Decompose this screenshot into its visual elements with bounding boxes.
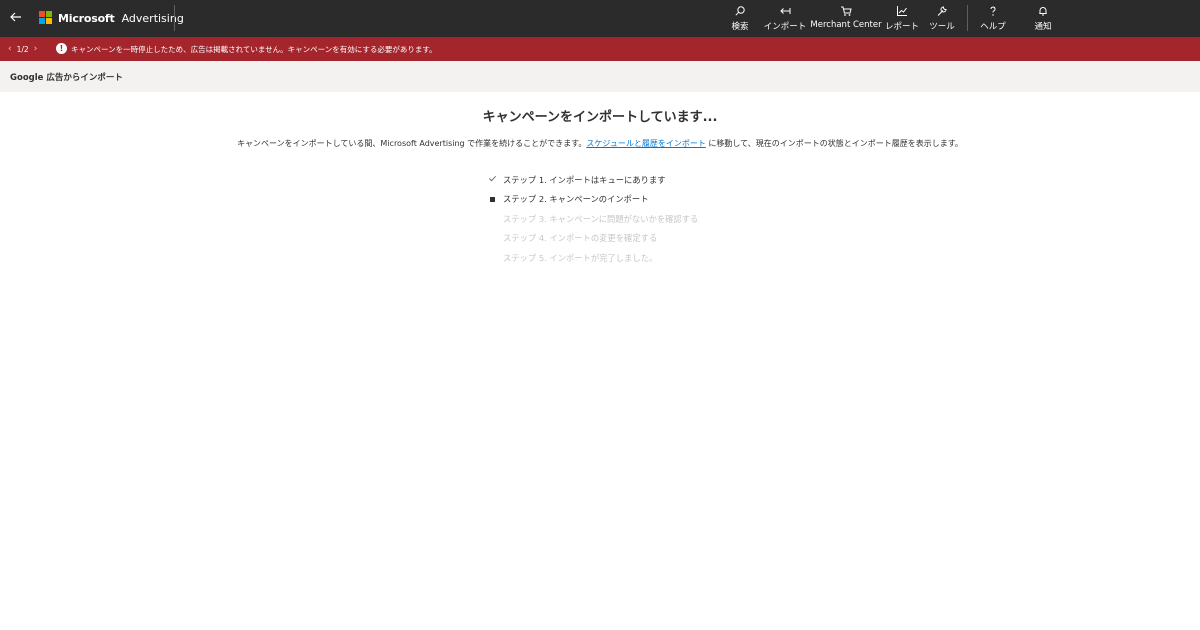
nav-import-label: インポート bbox=[763, 22, 807, 32]
nav-notifications[interactable]: 通知 bbox=[1031, 3, 1055, 35]
nav-merchant-center[interactable]: Merchant Center bbox=[810, 3, 882, 35]
description-text-after: に移動して、現在のインポートの状態とインポート履歴を表示します。 bbox=[705, 139, 963, 148]
nav-reports-label: レポート bbox=[884, 22, 919, 32]
alert-pager: ‹ 1/2 › bbox=[8, 43, 37, 55]
step-item: ステップ 1. インポートはキューにあります bbox=[488, 170, 788, 190]
page-header: Google 広告からインポート bbox=[0, 61, 1200, 92]
brand-microsoft: Microsoft bbox=[58, 11, 115, 25]
alert-message: キャンペーンを一時停止したため、広告は掲載されていません。キャンペーンを有効にす… bbox=[71, 45, 437, 54]
exclamation-icon: ! bbox=[56, 43, 67, 54]
nav-reports[interactable]: レポート bbox=[884, 3, 920, 35]
step-item: ステップ 5. インポートが完了しました。 bbox=[488, 248, 788, 268]
import-icon bbox=[780, 8, 791, 14]
cart-icon bbox=[841, 6, 852, 16]
nav-tools-label: ツール bbox=[929, 22, 955, 32]
wrench-icon bbox=[937, 6, 947, 16]
step-item: ステップ 4. インポートの変更を確定する bbox=[488, 229, 788, 249]
divider bbox=[967, 5, 968, 31]
alert-banner: ‹ 1/2 › ! キャンペーンを一時停止したため、広告は掲載されていません。キ… bbox=[0, 37, 1200, 61]
alert-page-number: 1/2 bbox=[16, 44, 29, 54]
nav-tools[interactable]: ツール bbox=[926, 3, 958, 35]
back-arrow-icon[interactable] bbox=[6, 7, 26, 27]
nav-search[interactable]: 検索 bbox=[728, 3, 752, 35]
nav-import[interactable]: インポート bbox=[761, 3, 809, 35]
chart-icon bbox=[897, 6, 907, 16]
divider bbox=[174, 5, 175, 31]
chevron-left-icon[interactable]: ‹ bbox=[8, 44, 12, 54]
schedule-history-link[interactable]: スケジュールと履歴をインポート bbox=[586, 139, 705, 148]
import-progress-title: キャンペーンをインポートしています... bbox=[482, 110, 718, 125]
step-item: ステップ 2. キャンペーンのインポート bbox=[488, 190, 788, 210]
nav-search-label: 検索 bbox=[731, 22, 749, 32]
step-label: ステップ 4. インポートの変更を確定する bbox=[503, 233, 658, 244]
nav-help-label: ヘルプ bbox=[980, 22, 1006, 32]
square-icon bbox=[490, 196, 495, 202]
import-steps-list: ステップ 1. インポートはキューにあります ステップ 2. キャンペーンのイン… bbox=[488, 170, 788, 268]
step-label: ステップ 1. インポートはキューにあります bbox=[503, 174, 666, 185]
step-item: ステップ 3. キャンペーンに問題がないかを確認する bbox=[488, 209, 788, 229]
checkmark-icon bbox=[488, 174, 503, 185]
page-title: Google 広告からインポート bbox=[10, 73, 123, 83]
nav-merchant-center-label: Merchant Center bbox=[810, 20, 882, 30]
search-icon bbox=[735, 6, 745, 16]
brand-logo[interactable]: Microsoft Advertising bbox=[39, 10, 184, 26]
nav-notifications-label: 通知 bbox=[1034, 22, 1052, 32]
description-text-before: キャンペーンをインポートしている間、Microsoft Advertising … bbox=[237, 139, 587, 148]
top-navigation-bar: Microsoft Advertising 検索 インポート Merchant … bbox=[0, 0, 1200, 37]
step-label: ステップ 2. キャンペーンのインポート bbox=[503, 194, 649, 205]
microsoft-logo-icon bbox=[39, 11, 53, 25]
help-icon bbox=[990, 6, 996, 16]
import-description: キャンペーンをインポートしている間、Microsoft Advertising … bbox=[0, 138, 1200, 149]
step-label: ステップ 3. キャンペーンに問題がないかを確認する bbox=[503, 213, 699, 224]
chevron-right-icon[interactable]: › bbox=[34, 44, 38, 54]
bell-icon bbox=[1039, 7, 1047, 16]
nav-help[interactable]: ヘルプ bbox=[978, 3, 1008, 35]
step-label: ステップ 5. インポートが完了しました。 bbox=[503, 252, 658, 263]
